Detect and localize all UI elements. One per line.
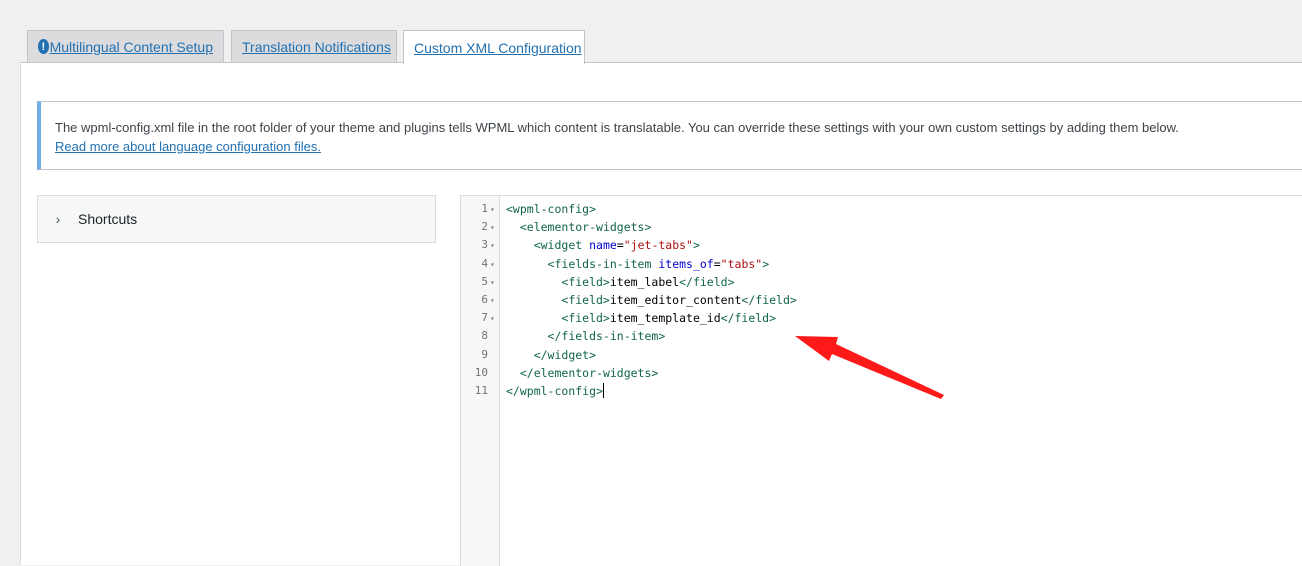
fold-toggle-icon[interactable]: ▾ <box>490 274 497 292</box>
code-token: </fields-in-item> <box>547 329 666 344</box>
fold-toggle-icon[interactable]: ▾ <box>490 310 497 328</box>
line-number: 2 ▾ <box>461 218 497 236</box>
text-cursor <box>602 383 604 398</box>
fold-toggle-icon[interactable]: ▾ <box>490 237 497 255</box>
code-token: </wpml-config> <box>506 384 603 398</box>
code-token: </widget> <box>533 347 597 362</box>
code-token: </field> <box>679 274 735 289</box>
line-number: 5 ▾ <box>461 273 497 291</box>
code-token: </field> <box>741 293 797 307</box>
code-token: > <box>693 238 700 253</box>
tab-bar: ! Multilingual Content Setup Translation … <box>0 0 1302 64</box>
code-line: <field>item_template_id</field> <box>506 309 776 327</box>
line-number: 6 ▾ <box>461 291 497 309</box>
xml-code-editor[interactable]: 1 ▾ 2 ▾ 3 ▾ 4 ▾ 5 ▾ 6 ▾ 7 ▾ 8 9 10 11 <wpml-config> <elem… <box>460 195 1302 566</box>
code-line: </widget> <box>506 346 596 364</box>
code-token: item_template_id <box>609 311 721 326</box>
line-number-text: 2 <box>481 220 488 234</box>
line-number: 9 <box>461 346 497 364</box>
line-number: 8 <box>461 327 497 345</box>
line-number-text: 1 <box>481 202 488 215</box>
code-token: <wpml-config> <box>506 202 597 216</box>
chevron-right-icon: › <box>55 211 61 227</box>
code-token: "tabs" <box>720 256 763 271</box>
tab-label: Custom XML Configuration <box>414 39 582 56</box>
code-token: <field> <box>561 274 610 289</box>
line-number-text: 9 <box>481 347 488 361</box>
line-number: 1 ▾ <box>461 200 497 218</box>
line-number: 7 ▾ <box>461 309 497 327</box>
fold-toggle-icon[interactable]: ▾ <box>490 219 497 237</box>
code-line: <widget name="jet-tabs"> <box>506 236 700 254</box>
code-token: <elementor-widgets> <box>519 220 652 235</box>
line-number-text: 6 <box>481 293 488 306</box>
code-token: "jet-tabs" <box>623 238 693 253</box>
shortcuts-accordion[interactable]: › Shortcuts <box>37 195 436 243</box>
line-number-text: 5 <box>481 274 488 288</box>
code-token: > <box>762 256 770 271</box>
code-line: </wpml-config> <box>506 382 604 400</box>
settings-panel: The wpml-config.xml file in the root fol… <box>20 62 1302 566</box>
line-number-gutter: 1 ▾ 2 ▾ 3 ▾ 4 ▾ 5 ▾ 6 ▾ 7 ▾ 8 9 10 11 <box>461 196 500 566</box>
code-token: <field> <box>561 293 610 307</box>
line-number-text: 3 <box>481 238 488 252</box>
fold-toggle-icon[interactable]: ▾ <box>490 256 497 274</box>
code-line: <wpml-config> <box>506 200 596 218</box>
code-token: <widget <box>533 238 583 253</box>
line-number-text: 11 <box>474 384 488 397</box>
shortcuts-label: Shortcuts <box>78 211 138 227</box>
line-number-text: 4 <box>481 256 488 270</box>
code-token: name <box>589 238 617 253</box>
tab-label: Translation Notifications <box>242 38 391 55</box>
line-number: 3 ▾ <box>461 236 497 254</box>
code-line: <elementor-widgets> <box>506 218 652 236</box>
line-number-text: 10 <box>474 365 488 379</box>
tab-custom-xml-configuration[interactable]: Custom XML Configuration <box>403 30 585 64</box>
line-number: 11 <box>461 382 497 400</box>
code-line: <field>item_label</field> <box>506 273 735 291</box>
code-token: item_label <box>609 274 680 289</box>
tab-translation-notifications[interactable]: Translation Notifications <box>231 30 397 62</box>
line-number: 10 <box>461 364 497 382</box>
code-token: item_editor_content <box>609 293 742 307</box>
code-token: <fields-in-item <box>547 256 652 271</box>
line-number-text: 7 <box>481 311 488 325</box>
code-token: <field> <box>561 311 610 326</box>
code-token: </field> <box>720 311 777 326</box>
notice-text: The wpml-config.xml file in the root fol… <box>55 120 1179 135</box>
warning-icon: ! <box>38 39 49 54</box>
info-notice: The wpml-config.xml file in the root fol… <box>37 101 1302 170</box>
fold-toggle-icon[interactable]: ▾ <box>490 292 497 310</box>
code-token: items_of <box>658 256 714 271</box>
code-line: </fields-in-item> <box>506 327 666 345</box>
fold-toggle-icon[interactable]: ▾ <box>490 201 497 219</box>
language-config-link[interactable]: Read more about language configuration f… <box>55 139 321 154</box>
tab-multilingual-content-setup[interactable]: ! Multilingual Content Setup <box>27 30 224 62</box>
code-line: </elementor-widgets> <box>506 364 658 382</box>
code-line: <fields-in-item items_of="tabs"> <box>506 255 770 273</box>
tab-label: Multilingual Content Setup <box>49 38 213 55</box>
line-number: 4 ▾ <box>461 255 497 273</box>
code-token: </elementor-widgets> <box>519 365 659 380</box>
code-line: <field>item_editor_content</field> <box>506 291 797 309</box>
code-token: = <box>713 256 721 271</box>
code-token: = <box>616 238 624 253</box>
line-number-text: 8 <box>481 329 488 343</box>
